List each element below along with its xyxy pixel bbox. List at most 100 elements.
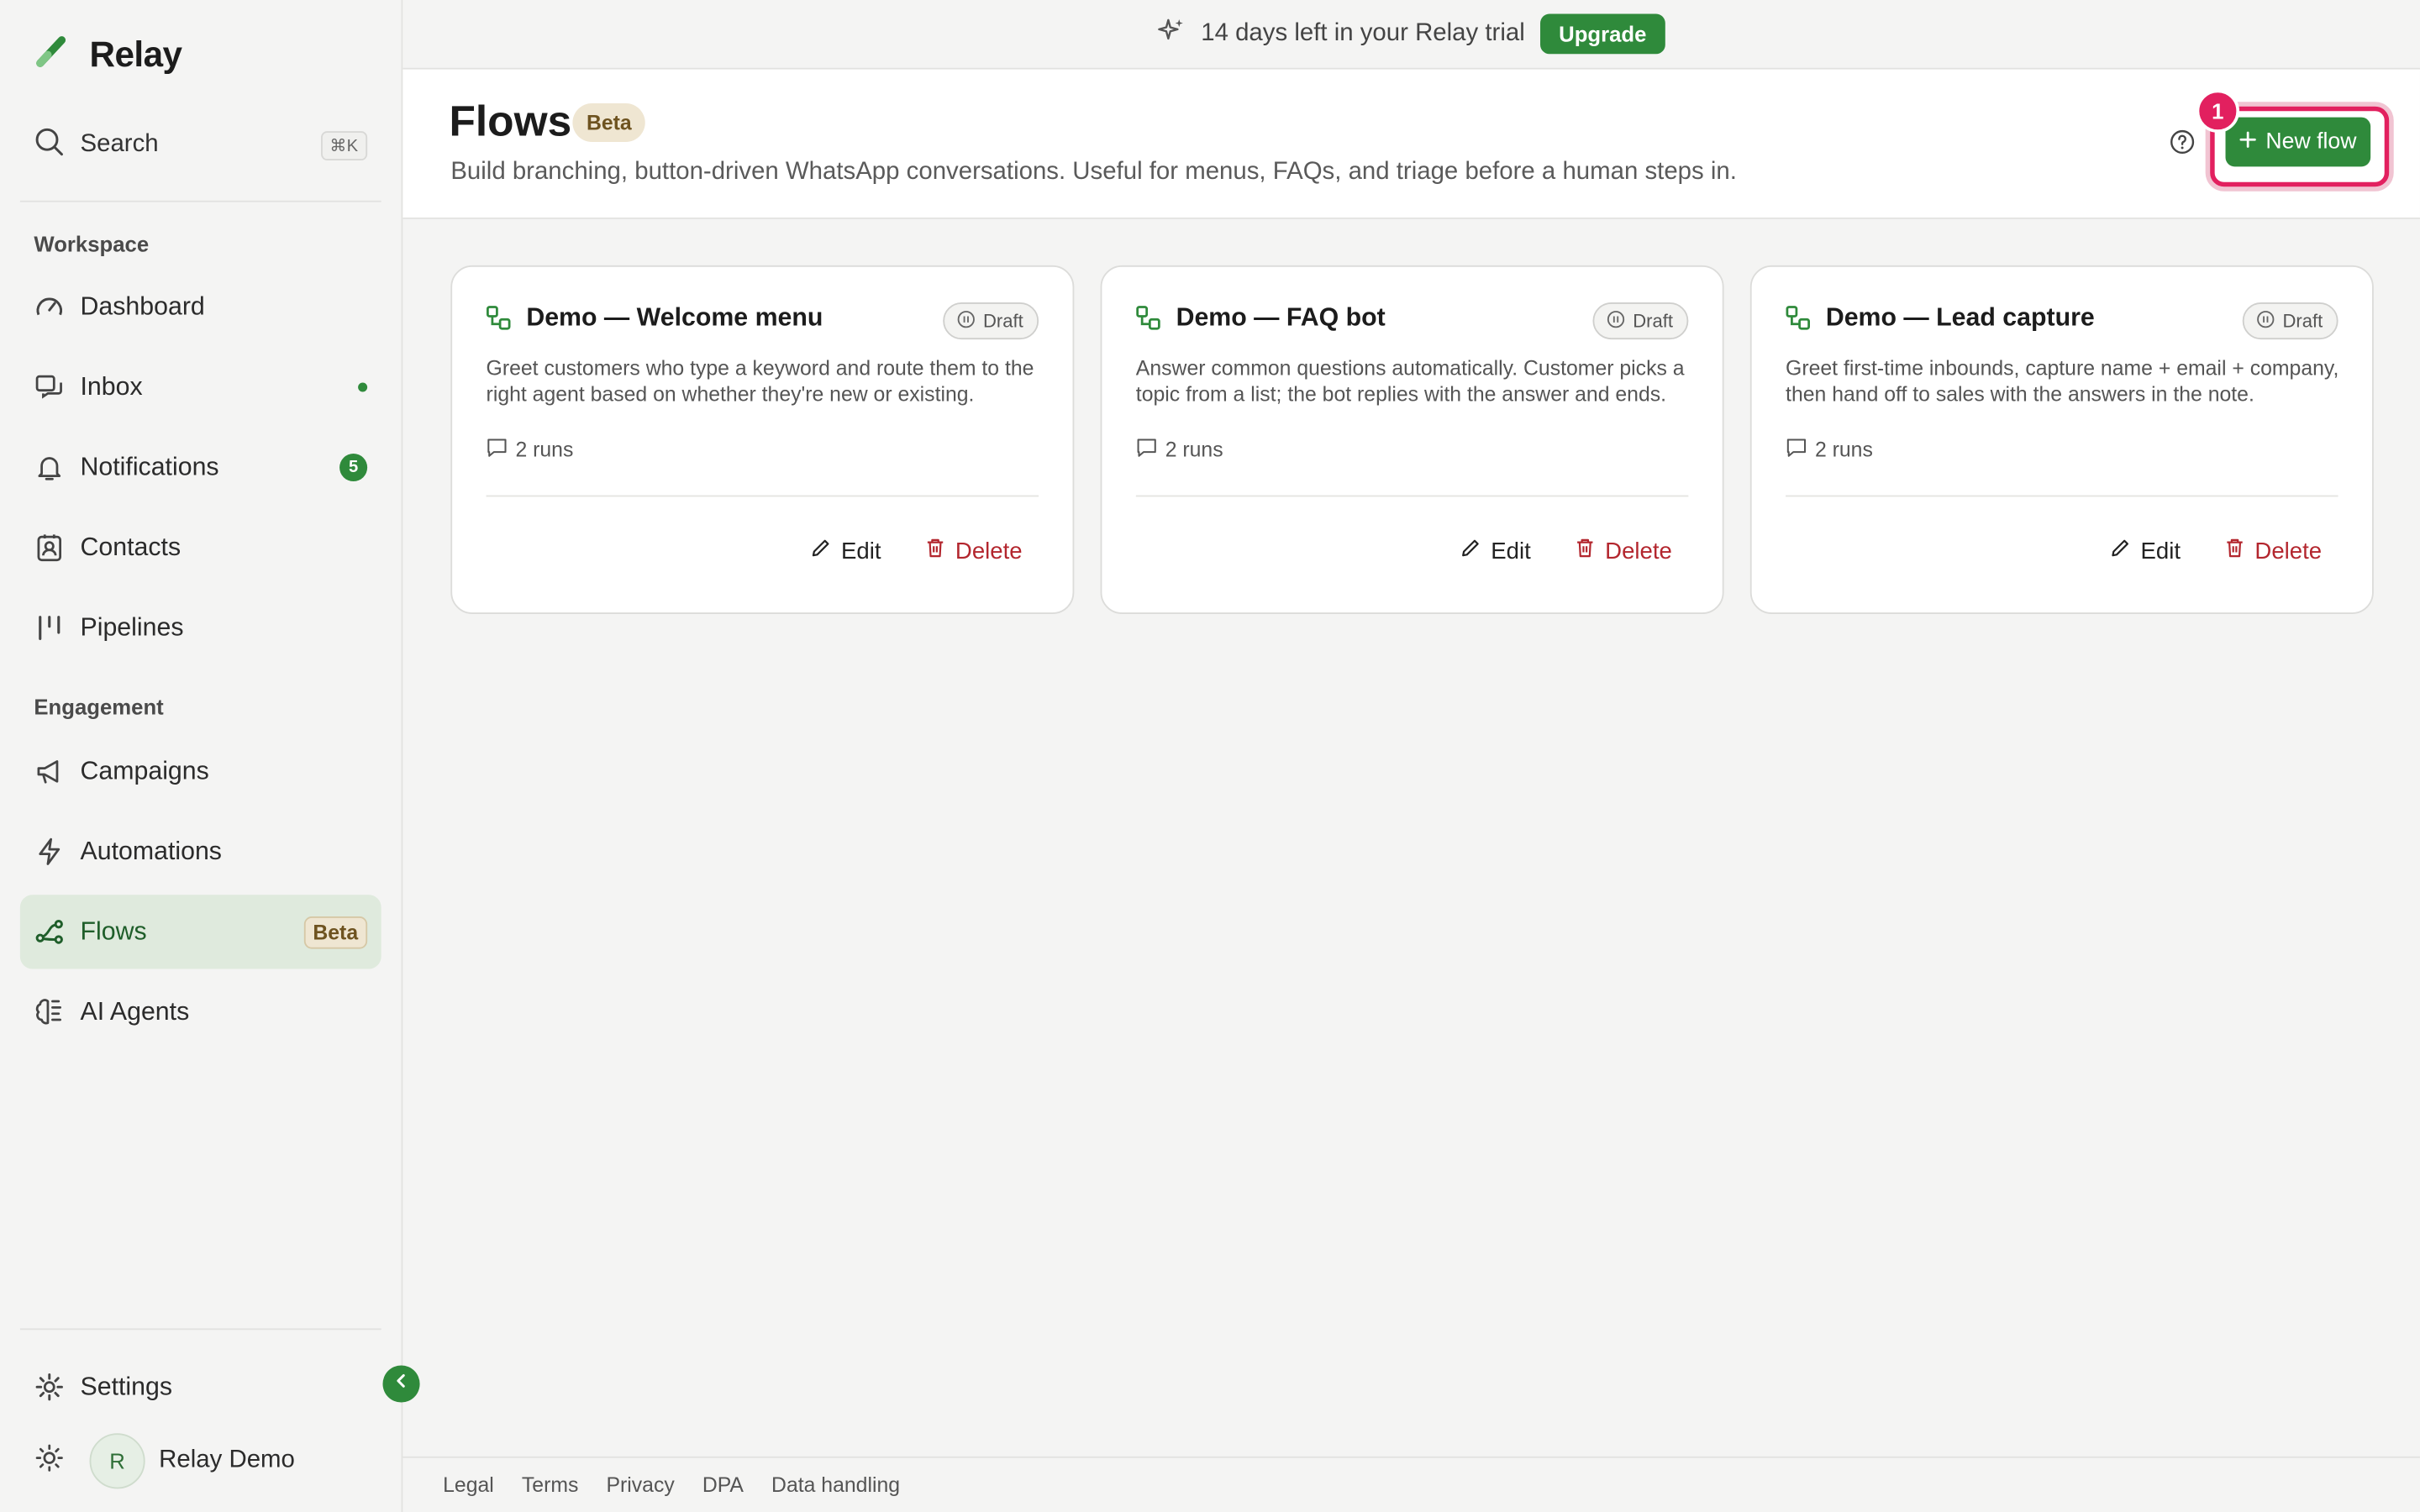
message-icon (1136, 437, 1158, 463)
flow-nodes-icon (1786, 306, 1810, 339)
sidebar-item-label: Campaigns (80, 756, 209, 785)
footer: Legal Terms Privacy DPA Data handling (402, 1456, 2420, 1512)
pencil-icon (810, 537, 832, 564)
sidebar-item-label: Pipelines (80, 613, 184, 642)
trash-icon (924, 537, 946, 564)
sidebar-item-label: Dashboard (80, 292, 205, 321)
flow-name: Demo — Welcome menu (526, 303, 823, 332)
section-title-engagement: Engagement (34, 694, 164, 719)
pause-circle-icon (957, 309, 976, 333)
collapse-sidebar-button[interactable] (382, 1365, 420, 1403)
beta-badge: Beta (572, 103, 646, 142)
card-divider (486, 495, 1039, 497)
beta-badge: Beta (303, 916, 368, 948)
sidebar-item-label: Notifications (80, 453, 219, 481)
edit-button[interactable]: Edit (2110, 537, 2181, 564)
footer-link-data-handling[interactable]: Data handling (771, 1473, 900, 1497)
status-label: Draft (982, 310, 1023, 332)
avatar[interactable]: R (89, 1433, 145, 1489)
flow-description: Answer common questions automatically. C… (1135, 356, 1685, 407)
pencil-icon (2110, 537, 2132, 564)
sidebar-divider (19, 200, 381, 202)
flow-card[interactable]: Demo — Welcome menu Draft Greet customer… (450, 265, 1075, 615)
edit-label: Edit (2140, 538, 2181, 564)
trash-icon (1574, 537, 1596, 564)
sidebar-item-label: Inbox (80, 372, 143, 401)
flow-name: Demo — Lead capture (1825, 303, 2095, 332)
flow-card[interactable]: Demo — FAQ bot Draft Answer common quest… (1100, 265, 1724, 615)
help-icon[interactable] (2170, 129, 2195, 155)
new-flow-label: New flow (2265, 129, 2357, 155)
brand[interactable]: Relay (34, 34, 182, 76)
notification-count-badge: 5 (339, 453, 368, 482)
footer-link-legal[interactable]: Legal (443, 1473, 494, 1497)
gear-icon (34, 1372, 65, 1403)
sidebar-item-automations[interactable]: Automations (20, 815, 381, 889)
flow-card[interactable]: Demo — Lead capture Draft Greet first-ti… (1749, 265, 2374, 615)
relay-logo-icon (34, 34, 67, 76)
brand-name: Relay (89, 34, 183, 75)
sidebar-item-label: Automations (80, 837, 222, 865)
lightning-icon (34, 836, 65, 867)
sidebar-item-contacts[interactable]: Contacts (20, 511, 381, 585)
message-icon (1786, 437, 1807, 463)
gauge-icon (34, 291, 65, 323)
delete-button[interactable]: Delete (1574, 537, 1672, 564)
sparkles-icon (1158, 16, 1186, 51)
step-marker-badge: 1 (2196, 89, 2240, 133)
sidebar-divider (19, 1328, 381, 1331)
sidebar-item-ai-agents[interactable]: AI Agents (20, 975, 381, 1049)
trial-banner: 14 days left in your Relay trial Upgrade (402, 0, 2420, 70)
delete-label: Delete (2254, 538, 2323, 564)
flow-runs: 2 runs (1786, 437, 1873, 463)
delete-button[interactable]: Delete (924, 537, 1023, 564)
status-label: Draft (1633, 310, 1673, 332)
sidebar-item-flows[interactable]: Flows Beta (19, 895, 381, 969)
trial-text: 14 days left in your Relay trial (1201, 19, 1525, 47)
unread-dot (358, 382, 368, 392)
sidebar: Relay Search ⌘K Workspace Dashboard Inbo… (0, 0, 403, 1512)
footer-link-privacy[interactable]: Privacy (606, 1473, 674, 1497)
sidebar-item-label: Contacts (80, 533, 182, 561)
message-icon (487, 437, 508, 463)
sidebar-item-inbox[interactable]: Inbox (20, 350, 381, 424)
sidebar-item-label: Flows (80, 916, 147, 945)
new-flow-button[interactable]: New flow (2225, 117, 2371, 167)
footer-link-dpa[interactable]: DPA (702, 1473, 744, 1497)
inbox-icon (34, 372, 65, 403)
sidebar-item-notifications[interactable]: Notifications 5 (20, 430, 381, 504)
page-title: Flows (449, 97, 572, 145)
sidebar-item-pipelines[interactable]: Pipelines (20, 591, 381, 664)
brain-icon (34, 997, 65, 1028)
edit-button[interactable]: Edit (810, 537, 881, 564)
card-divider (1786, 495, 2338, 497)
theme-toggle-sun-icon[interactable] (34, 1441, 65, 1480)
footer-link-terms[interactable]: Terms (522, 1473, 578, 1497)
delete-label: Delete (955, 538, 1023, 564)
sidebar-item-campaigns[interactable]: Campaigns (20, 734, 381, 808)
megaphone-icon (34, 756, 65, 787)
pipelines-icon (34, 612, 65, 643)
sidebar-item-label: AI Agents (80, 997, 190, 1026)
edit-button[interactable]: Edit (1460, 537, 1531, 564)
search-button[interactable]: Search ⌘K (34, 123, 368, 166)
sidebar-item-settings[interactable]: Settings (20, 1350, 381, 1424)
plus-icon (2239, 129, 2256, 154)
runs-count: 2 runs (1165, 438, 1223, 462)
chevron-left-icon (392, 1370, 411, 1398)
sidebar-item-dashboard[interactable]: Dashboard (20, 270, 381, 344)
delete-label: Delete (1605, 538, 1672, 564)
upgrade-button[interactable]: Upgrade (1540, 13, 1665, 55)
settings-label: Settings (80, 1372, 173, 1400)
status-badge: Draft (943, 302, 1039, 340)
delete-button[interactable]: Delete (2224, 537, 2322, 564)
flow-name: Demo — FAQ bot (1176, 303, 1386, 332)
flow-runs: 2 runs (487, 437, 573, 463)
bell-icon (34, 452, 65, 483)
status-badge: Draft (2242, 302, 2338, 340)
pause-circle-icon (2256, 309, 2275, 333)
user-row: R Relay Demo (34, 1433, 373, 1489)
search-label: Search (80, 131, 159, 158)
runs-count: 2 runs (1814, 438, 1873, 462)
user-name[interactable]: Relay Demo (159, 1447, 295, 1475)
